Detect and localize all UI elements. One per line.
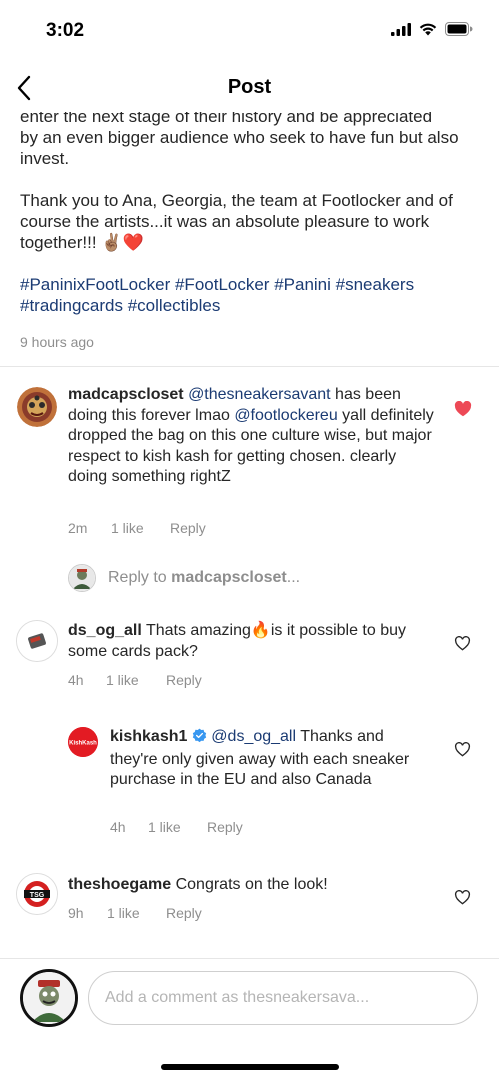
reply-button[interactable]: Reply (207, 819, 243, 835)
caption-hashtags[interactable]: #PaninixFootLocker #FootLocker #Panini #… (20, 274, 480, 316)
signal-icon (391, 22, 411, 36)
comment-time: 4h (110, 819, 126, 835)
reply-button[interactable]: Reply (166, 905, 202, 921)
comment-time: 9h (68, 905, 84, 921)
comment-body: ds_og_all Thats amazing🔥is it possible t… (68, 621, 438, 662)
reply-to-username: madcapscloset (171, 569, 287, 586)
user-avatar-art (69, 565, 95, 591)
wifi-icon (419, 23, 437, 36)
status-time: 3:02 (46, 20, 85, 41)
like-button[interactable] (454, 742, 472, 760)
comment-username[interactable]: kishkash1 (110, 728, 187, 745)
svg-text:KishKash: KishKash (69, 741, 97, 747)
kishkash-avatar-art: KishKash (68, 727, 98, 757)
caption-line-rest: by an even bigger audience who seek to h… (20, 128, 459, 168)
reply-button[interactable]: Reply (170, 520, 206, 536)
caption-timestamp: 9 hours ago (20, 334, 94, 350)
comment-body: kishkash1 @ds_og_all Thanks and they're … (110, 727, 420, 791)
comment-meta: 9h 1 like Reply (68, 905, 202, 921)
mention-link[interactable]: @footlockereu (234, 407, 337, 424)
theshoegame-avatar-art: TSG (17, 874, 57, 914)
avatar (68, 564, 96, 592)
comment-body: madcapscloset @thesneakersavant has been… (68, 385, 438, 488)
divider (0, 366, 499, 367)
comment-time: 4h (68, 672, 84, 688)
comment-username[interactable]: ds_og_all (68, 622, 142, 639)
heart-outline-icon (454, 890, 471, 905)
avatar[interactable]: TSG (16, 873, 58, 915)
caption-text: enter the next stage of their history an… (20, 112, 480, 316)
comment-likes[interactable]: 1 like (148, 819, 207, 835)
nav-bar: Post (0, 64, 499, 112)
status-bar: 3:02 (0, 0, 499, 64)
reply-button[interactable]: Reply (166, 672, 202, 688)
heart-outline-icon (454, 742, 471, 757)
avatar[interactable]: KishKash (68, 727, 98, 757)
caption-thanks: Thank you to Ana, Georgia, the team at F… (20, 191, 453, 252)
ds-og-all-avatar-art (17, 621, 57, 661)
comment-meta: 4h 1 like Reply (68, 672, 202, 688)
current-user-avatar-art (23, 972, 75, 1024)
comment-meta: 2m 1 like Reply (68, 520, 206, 536)
post-caption: enter the next stage of their history an… (0, 112, 499, 358)
like-button[interactable] (454, 400, 472, 419)
heart-outline-icon (454, 636, 471, 651)
comment-likes[interactable]: 1 like (107, 905, 166, 921)
comment-likes[interactable]: 1 like (111, 520, 170, 536)
comment-text: Congrats on the look! (171, 876, 328, 893)
home-indicator (161, 1064, 339, 1070)
comment-meta: 4h 1 like Reply (110, 819, 243, 835)
comment-likes[interactable]: 1 like (106, 672, 166, 688)
madcapscloset-avatar-art (17, 387, 57, 427)
reply-to-suffix: ... (286, 569, 301, 586)
comment-composer: Add a comment as thesneakersava... (0, 958, 499, 1038)
mention-link[interactable]: @ds_og_all (211, 728, 296, 745)
heart-filled-icon (454, 400, 472, 417)
comment-body: theshoegame Congrats on the look! (68, 875, 438, 896)
reply-to-prefix: Reply to (108, 569, 172, 586)
avatar (20, 969, 78, 1027)
view-replies-reply-to[interactable]: Reply to madcapscloset... (68, 564, 300, 592)
caption-line-partial: enter the next stage of their history an… (20, 112, 433, 126)
comment-input[interactable]: Add a comment as thesneakersava... (88, 971, 478, 1025)
svg-text:TSG: TSG (30, 892, 45, 899)
battery-icon (445, 22, 473, 36)
verified-badge-icon (192, 728, 207, 750)
like-button[interactable] (454, 890, 472, 908)
like-button[interactable] (454, 636, 472, 654)
avatar[interactable] (17, 387, 57, 427)
page-title: Post (227, 76, 272, 98)
mention-link[interactable]: @thesneakersavant (188, 386, 331, 403)
comment-username[interactable]: theshoegame (68, 876, 171, 893)
comment-username[interactable]: madcapscloset (68, 386, 184, 403)
comment-time: 2m (68, 520, 88, 536)
status-icons (391, 22, 473, 36)
avatar[interactable] (16, 620, 58, 662)
reply-to-label: Reply to madcapscloset... (108, 569, 300, 587)
